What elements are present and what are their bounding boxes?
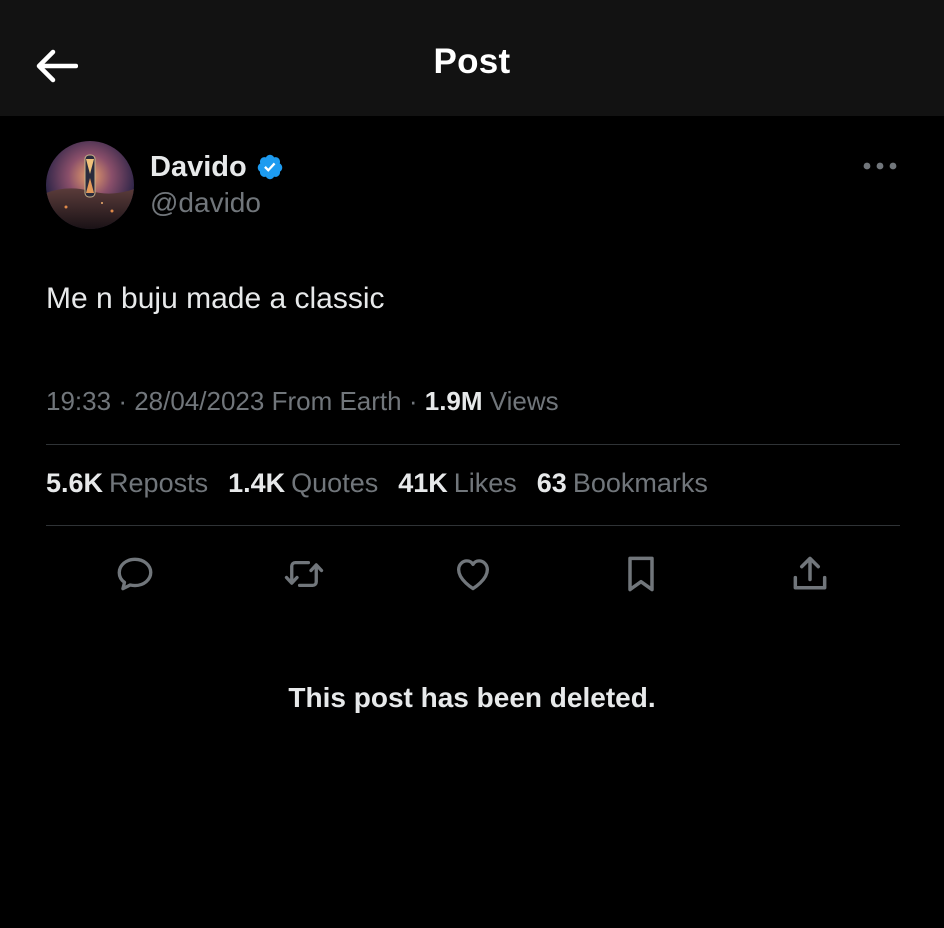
- post-metadata: 19:33 · 28/04/2023 From Earth · 1.9M Vie…: [46, 386, 559, 417]
- bookmarks-count: 63: [536, 468, 567, 498]
- reposts-count: 5.6K: [46, 468, 104, 498]
- quotes-stat[interactable]: 1.4K Quotes: [228, 468, 378, 499]
- engagement-stats: 5.6K Reposts 1.4K Quotes 41K Likes 63 Bookma…: [46, 468, 728, 499]
- meta-separator: ·: [408, 386, 425, 416]
- post-deleted-notice: This post has been deleted.: [288, 682, 656, 713]
- divider: [46, 444, 900, 445]
- repost-icon: [284, 560, 324, 588]
- reply-button[interactable]: [111, 552, 159, 596]
- post-time[interactable]: 19:33: [46, 386, 111, 416]
- quotes-label: Quotes: [291, 468, 379, 498]
- bookmark-icon: [628, 556, 654, 592]
- more-horizontal-icon: [863, 162, 897, 170]
- author-handle[interactable]: @davido: [150, 187, 261, 219]
- bookmark-button[interactable]: [617, 552, 665, 596]
- likes-label: Likes: [453, 468, 517, 498]
- repost-button[interactable]: [280, 552, 328, 596]
- share-icon: [793, 556, 827, 590]
- divider: [46, 525, 900, 526]
- like-button[interactable]: [449, 552, 497, 596]
- likes-count: 41K: [398, 468, 448, 498]
- like-icon: [456, 559, 490, 591]
- views-label: Views: [489, 386, 559, 416]
- author-display-name[interactable]: Davido: [150, 151, 247, 184]
- meta-separator: ·: [118, 386, 135, 416]
- avatar[interactable]: [46, 141, 134, 229]
- post-text: Me n buju made a classic: [46, 282, 385, 315]
- post-date[interactable]: 28/04/2023: [134, 386, 264, 416]
- reposts-stat[interactable]: 5.6K Reposts: [46, 468, 208, 499]
- avatar-image: [46, 141, 134, 229]
- reposts-label: Reposts: [109, 468, 209, 498]
- reply-icon: [117, 557, 153, 591]
- top-bar: Post: [0, 0, 944, 116]
- verified-badge-icon: [257, 154, 282, 180]
- share-button[interactable]: [786, 552, 834, 596]
- post-location: From Earth: [271, 386, 402, 416]
- views-count: 1.9M: [424, 386, 483, 416]
- quotes-count: 1.4K: [228, 468, 286, 498]
- bookmarks-label: Bookmarks: [572, 468, 708, 498]
- author-name-row[interactable]: Davido: [150, 148, 284, 186]
- more-options-button[interactable]: [856, 148, 904, 184]
- page-title: Post: [433, 42, 511, 81]
- bookmarks-stat[interactable]: 63 Bookmarks: [537, 468, 708, 499]
- likes-stat[interactable]: 41K Likes: [398, 468, 517, 499]
